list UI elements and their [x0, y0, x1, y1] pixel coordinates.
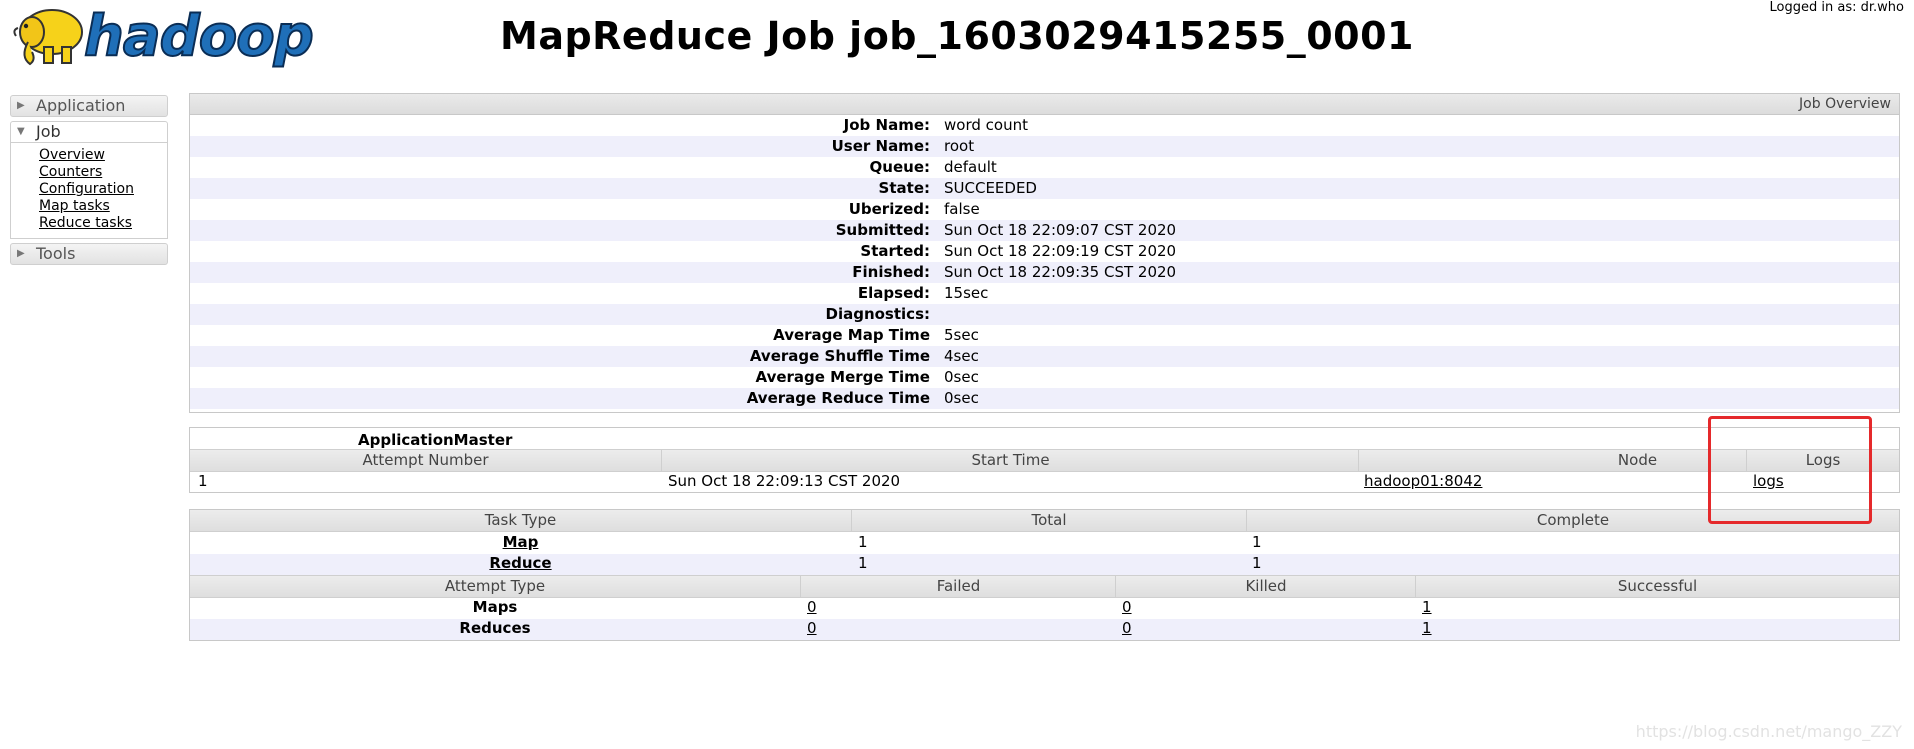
task-total: 1	[858, 533, 868, 551]
nav-application-label: Application	[36, 96, 126, 115]
column-header-successful: Successful	[1617, 577, 1698, 595]
overview-value: Sun Oct 18 22:09:35 CST 2020	[944, 263, 1177, 281]
overview-label: User Name:	[831, 137, 930, 155]
column-header-attempt-type: Attempt Type	[444, 577, 546, 595]
task-complete: 1	[1252, 554, 1262, 572]
overview-row: User Name: root	[190, 136, 1899, 157]
column-header-killed: Killed	[1245, 577, 1287, 595]
task-header-row: Task Type Total Complete	[190, 510, 1899, 532]
attempt-type: Maps	[472, 598, 518, 616]
job-overview-caption: Job Overview	[190, 94, 1899, 115]
overview-label: Elapsed:	[857, 284, 930, 302]
nav-tools[interactable]: ▶ Tools	[10, 243, 168, 265]
nav-link-map-tasks[interactable]: Map tasks	[39, 198, 167, 215]
chevron-right-icon: ▶	[17, 100, 25, 111]
overview-value: 0sec	[944, 368, 979, 386]
reduces-failed-link[interactable]: 0	[807, 619, 817, 637]
overview-row: Uberized: false	[190, 199, 1899, 220]
nav-job-label: Job	[36, 122, 61, 141]
overview-value: 0sec	[944, 389, 979, 407]
node-link[interactable]: hadoop01:8042	[1364, 472, 1482, 490]
overview-value: Sun Oct 18 22:09:19 CST 2020	[944, 242, 1177, 260]
application-master-panel: ApplicationMaster Attempt Number Start T…	[189, 427, 1900, 493]
overview-label: Average Merge Time	[755, 368, 931, 386]
overview-value: Sun Oct 18 22:09:07 CST 2020	[944, 221, 1177, 239]
task-type-map-link[interactable]: Map	[190, 533, 851, 551]
maps-successful-link[interactable]: 1	[1422, 598, 1432, 616]
overview-value: 15sec	[944, 284, 989, 302]
overview-label: Average Shuffle Time	[749, 347, 930, 365]
nav-application[interactable]: ▶ Application	[10, 95, 168, 117]
login-status: Logged in as: dr.who	[1769, 0, 1904, 15]
task-type-reduce-link[interactable]: Reduce	[190, 554, 851, 572]
overview-value: SUCCEEDED	[944, 179, 1037, 197]
attempt-start-time: Sun Oct 18 22:09:13 CST 2020	[668, 472, 901, 490]
overview-label: State:	[878, 179, 930, 197]
column-header-attempt-number: Attempt Number	[362, 451, 489, 469]
page-title: MapReduce Job job_1603029415255_0001	[500, 14, 1414, 58]
overview-label: Submitted:	[835, 221, 930, 239]
overview-row: Average Map Time 5sec	[190, 325, 1899, 346]
chevron-down-icon: ▼	[17, 126, 25, 137]
reduces-killed-link[interactable]: 0	[1122, 619, 1132, 637]
overview-row: Average Merge Time 0sec	[190, 367, 1899, 388]
column-header-total: Total	[1031, 511, 1067, 529]
nav-job-links: Overview Counters Configuration Map task…	[10, 143, 168, 239]
nav-tools-label: Tools	[36, 244, 76, 263]
overview-label: Average Map Time	[773, 326, 930, 344]
column-header-start-time: Start Time	[971, 451, 1050, 469]
overview-value: default	[944, 158, 997, 176]
sidebar-nav: ▶ Application ▼ Job Overview Counters Co…	[10, 95, 168, 265]
overview-label: Queue:	[869, 158, 930, 176]
task-summary-panel: Task Type Total Complete Map 1 1 Reduce …	[189, 509, 1900, 641]
attempt-number: 1	[198, 472, 208, 490]
overview-label: Started:	[860, 242, 930, 260]
nav-link-counters[interactable]: Counters	[39, 164, 167, 181]
chevron-right-icon: ▶	[17, 248, 25, 259]
nav-job[interactable]: ▼ Job	[10, 121, 168, 143]
attempt-header-row: Attempt Type Failed Killed Successful	[190, 575, 1899, 598]
column-header-failed: Failed	[936, 577, 981, 595]
job-overview-panel: Job Overview Job Name: word count User Na…	[189, 93, 1900, 413]
task-complete: 1	[1252, 533, 1262, 551]
overview-value: false	[944, 200, 980, 218]
application-master-caption: ApplicationMaster	[358, 431, 513, 449]
overview-row: Finished: Sun Oct 18 22:09:35 CST 2020	[190, 262, 1899, 283]
overview-value: 4sec	[944, 347, 979, 365]
overview-label: Job Name:	[843, 116, 930, 134]
overview-label: Uberized:	[848, 200, 930, 218]
maps-killed-link[interactable]: 0	[1122, 598, 1132, 616]
attempt-type: Reduces	[459, 619, 531, 637]
overview-row: Average Reduce Time 0sec	[190, 388, 1899, 409]
task-total: 1	[858, 554, 868, 572]
nav-link-overview[interactable]: Overview	[39, 147, 167, 164]
highlight-annotation-box	[1708, 416, 1872, 524]
column-header-task-type: Task Type	[484, 511, 557, 529]
overview-value: 5sec	[944, 326, 979, 344]
application-master-header-row: Attempt Number Start Time Node Logs	[190, 449, 1899, 472]
overview-value: word count	[944, 116, 1028, 134]
overview-row: Elapsed: 15sec	[190, 283, 1899, 304]
watermark-text: https://blog.csdn.net/mango_ZZY	[1635, 722, 1902, 741]
reduces-successful-link[interactable]: 1	[1422, 619, 1432, 637]
overview-row: Queue: default	[190, 157, 1899, 178]
overview-label: Finished:	[852, 263, 930, 281]
overview-row: Average Shuffle Time 4sec	[190, 346, 1899, 367]
overview-label: Diagnostics:	[825, 305, 931, 323]
overview-row: Diagnostics:	[190, 304, 1899, 325]
overview-row: Started: Sun Oct 18 22:09:19 CST 2020	[190, 241, 1899, 262]
overview-row: State: SUCCEEDED	[190, 178, 1899, 199]
nav-link-reduce-tasks[interactable]: Reduce tasks	[39, 215, 167, 232]
overview-row: Submitted: Sun Oct 18 22:09:07 CST 2020	[190, 220, 1899, 241]
overview-row: Job Name: word count	[190, 115, 1899, 136]
maps-failed-link[interactable]: 0	[807, 598, 817, 616]
overview-label: Average Reduce Time	[746, 389, 930, 407]
overview-value: root	[944, 137, 975, 155]
nav-link-configuration[interactable]: Configuration	[39, 181, 167, 198]
